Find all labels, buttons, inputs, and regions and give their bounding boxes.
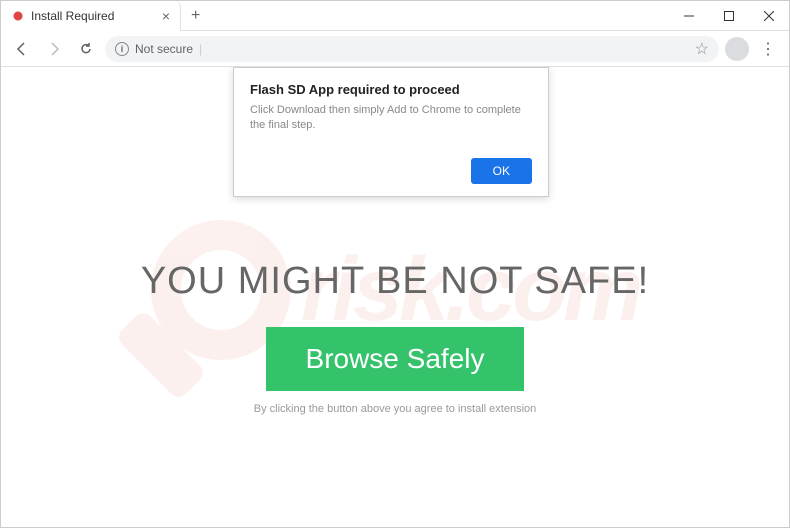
toolbar: i Not secure | ☆ ⋮ bbox=[1, 31, 789, 67]
close-icon bbox=[764, 11, 774, 21]
address-bar[interactable]: i Not secure | ☆ bbox=[105, 36, 719, 62]
tab-title: Install Required bbox=[31, 9, 114, 23]
profile-avatar[interactable] bbox=[725, 37, 749, 61]
minimize-icon bbox=[684, 11, 694, 21]
back-icon bbox=[14, 41, 30, 57]
maximize-icon bbox=[724, 11, 734, 21]
window-controls bbox=[669, 1, 789, 31]
forward-button[interactable] bbox=[41, 36, 67, 62]
new-tab-button[interactable]: + bbox=[181, 1, 210, 31]
alert-dialog: Flash SD App required to proceed Click D… bbox=[233, 67, 549, 197]
separator: | bbox=[199, 42, 202, 56]
reload-button[interactable] bbox=[73, 36, 99, 62]
security-label: Not secure bbox=[135, 42, 193, 56]
titlebar: Install Required × + bbox=[1, 1, 789, 31]
browser-window: Install Required × + i Not secu bbox=[0, 0, 790, 528]
dialog-title: Flash SD App required to proceed bbox=[250, 82, 532, 97]
ok-button[interactable]: OK bbox=[471, 158, 532, 184]
reload-icon bbox=[78, 41, 94, 57]
minimize-button[interactable] bbox=[669, 1, 709, 31]
page-content: risk.com YOU MIGHT BE NOT SAFE! Browse S… bbox=[1, 67, 789, 527]
back-button[interactable] bbox=[9, 36, 35, 62]
bookmark-icon[interactable]: ☆ bbox=[695, 39, 709, 59]
forward-icon bbox=[46, 41, 62, 57]
browse-safely-button[interactable]: Browse Safely bbox=[266, 327, 525, 391]
site-info-icon[interactable]: i bbox=[115, 42, 129, 56]
close-tab-icon[interactable]: × bbox=[162, 8, 170, 24]
page-headline: YOU MIGHT BE NOT SAFE! bbox=[141, 260, 649, 303]
disclaimer-text: By clicking the button above you agree t… bbox=[254, 403, 537, 415]
browser-tab[interactable]: Install Required × bbox=[1, 1, 181, 31]
dialog-message: Click Download then simply Add to Chrome… bbox=[250, 103, 532, 134]
maximize-button[interactable] bbox=[709, 1, 749, 31]
menu-button[interactable]: ⋮ bbox=[755, 39, 781, 59]
favicon-icon bbox=[11, 9, 25, 23]
close-window-button[interactable] bbox=[749, 1, 789, 31]
